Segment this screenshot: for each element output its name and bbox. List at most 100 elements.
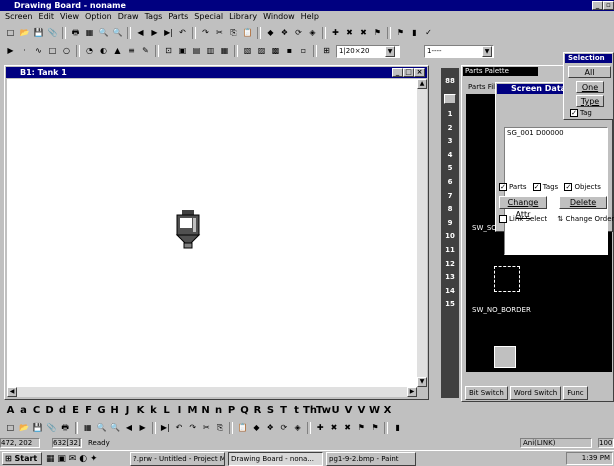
tb1-tool-icon-1[interactable]: 📂 (18, 27, 31, 39)
no-border-switch-part[interactable] (494, 266, 520, 292)
tb3-tool-icon-21[interactable]: ✖ (328, 422, 341, 434)
tb2-tool-icon-0[interactable]: ▶ (4, 45, 17, 57)
letter-part-14[interactable]: M (186, 404, 199, 418)
tb1-tool-icon-10[interactable]: ▶| (162, 27, 175, 39)
tb3-tool-icon-22[interactable]: ✖ (341, 422, 354, 434)
letter-part-3[interactable]: D (43, 404, 56, 418)
letter-part-12[interactable]: L (160, 404, 173, 418)
tb2-tool-icon-19[interactable]: ▫ (297, 45, 310, 57)
tb3-tool-icon-3[interactable]: 📎 (45, 422, 58, 434)
delete-button[interactable]: Delete (559, 196, 607, 209)
app-minimize-button[interactable]: _ (592, 1, 603, 10)
selection-tag-checkbox[interactable]: ✓Tag (570, 109, 592, 117)
tb1-tool-icon-12[interactable]: ↷ (199, 27, 212, 39)
tb2-tool-icon-5[interactable]: ◔ (83, 45, 96, 57)
tb2-tool-icon-6[interactable]: ◐ (97, 45, 110, 57)
canvas-maximize-button[interactable]: □ (403, 68, 414, 77)
tb1-tool-icon-25[interactable]: ▮ (408, 27, 421, 39)
letter-part-13[interactable]: I (173, 404, 186, 418)
tb2-tool-icon-20[interactable]: ⊞ (320, 45, 333, 57)
letter-part-22[interactable]: t (290, 404, 303, 418)
parts-scroll-up-icon[interactable] (444, 94, 456, 104)
tb1-tool-icon-26[interactable]: ✓ (422, 27, 435, 39)
scroll-up-icon[interactable]: ▲ (417, 79, 427, 89)
start-button[interactable]: ⊞ Start (2, 452, 42, 465)
tb2-tool-icon-17[interactable]: ▩ (269, 45, 282, 57)
tb1-tool-icon-13[interactable]: ✂ (213, 27, 226, 39)
tb3-tool-icon-8[interactable]: ◀ (123, 422, 136, 434)
tb1-tool-icon-16[interactable]: ◆ (264, 27, 277, 39)
tb3-tool-icon-11[interactable]: ↶ (173, 422, 186, 434)
canvas-minimize-button[interactable]: _ (392, 68, 403, 77)
letter-part-5[interactable]: E (69, 404, 82, 418)
tb1-tool-icon-9[interactable]: ▶ (148, 27, 161, 39)
tb2-tool-icon-1[interactable]: · (18, 45, 31, 57)
tb3-tool-icon-14[interactable]: ⎘ (214, 422, 227, 434)
task-project-manager[interactable]: ?.prw - Untitled - Project M... (130, 452, 225, 466)
tb3-tool-icon-20[interactable]: ✚ (314, 422, 327, 434)
canvas-close-button[interactable]: × (414, 68, 425, 77)
letter-part-26[interactable]: V (342, 404, 355, 418)
palette-tab-func[interactable]: Func (563, 386, 587, 400)
tb1-tool-icon-18[interactable]: ⟳ (292, 27, 305, 39)
change-attr-button[interactable]: Change Attr (499, 196, 547, 209)
square-switch-part[interactable] (494, 346, 516, 368)
tb1-tool-icon-14[interactable]: ⎘ (227, 27, 240, 39)
screen-data-list[interactable]: SG_001 D00000 (504, 127, 608, 255)
tb1-tool-icon-17[interactable]: ❖ (278, 27, 291, 39)
tb2-tool-icon-10[interactable]: ⊡ (162, 45, 175, 57)
select-one-button[interactable]: One (576, 81, 604, 93)
tb2-tool-icon-18[interactable]: ▪ (283, 45, 296, 57)
tb3-tool-icon-1[interactable]: 📂 (18, 422, 31, 434)
tb2-tool-icon-9[interactable]: ✎ (139, 45, 152, 57)
tb1-tool-icon-5[interactable]: ▦ (83, 27, 96, 39)
tb3-tool-icon-7[interactable]: 🔍 (109, 422, 122, 434)
letter-part-6[interactable]: F (82, 404, 95, 418)
tb1-tool-icon-20[interactable]: ✚ (329, 27, 342, 39)
tb3-tool-icon-23[interactable]: ⚑ (355, 422, 368, 434)
canvas-vertical-scrollbar[interactable]: ▲ ▼ (417, 79, 427, 387)
tb3-tool-icon-0[interactable]: □ (4, 422, 17, 434)
tool-icon[interactable]: ✦ (90, 454, 98, 464)
tb2-tool-icon-11[interactable]: ▣ (176, 45, 189, 57)
drawing-canvas[interactable] (7, 79, 417, 387)
ie-icon[interactable]: ◐ (79, 454, 87, 464)
letter-part-1[interactable]: a (17, 404, 30, 418)
tb3-tool-icon-24[interactable]: ⚑ (369, 422, 382, 434)
tb1-tool-icon-11[interactable]: ↶ (176, 27, 189, 39)
tb2-tool-icon-8[interactable]: ≡ (125, 45, 138, 57)
link-select-checkbox[interactable]: Link Select (499, 215, 547, 223)
tank-part-icon[interactable] (175, 209, 201, 249)
line-dropdown-icon[interactable]: ▼ (482, 46, 492, 57)
letter-part-17[interactable]: P (225, 404, 238, 418)
tb3-tool-icon-15[interactable]: 📋 (236, 422, 249, 434)
canvas-horizontal-scrollbar[interactable]: ◀ ▶ (7, 387, 417, 397)
tb1-tool-icon-8[interactable]: ◀ (134, 27, 147, 39)
menu-draw[interactable]: Draw (115, 11, 142, 22)
letter-part-28[interactable]: W (368, 404, 381, 418)
menu-screen[interactable]: Screen (2, 11, 36, 22)
select-type-button[interactable]: Type (576, 95, 604, 107)
tb2-tool-icon-16[interactable]: ▨ (255, 45, 268, 57)
scroll-right-icon[interactable]: ▶ (407, 387, 417, 397)
tb2-tool-icon-13[interactable]: ▥ (204, 45, 217, 57)
menu-help[interactable]: Help (298, 11, 322, 22)
letter-part-10[interactable]: K (134, 404, 147, 418)
letter-part-7[interactable]: G (95, 404, 108, 418)
tb2-tool-icon-4[interactable]: ○ (60, 45, 73, 57)
letter-part-21[interactable]: T (277, 404, 290, 418)
tb3-tool-icon-18[interactable]: ⟳ (278, 422, 291, 434)
menu-parts[interactable]: Parts (165, 11, 191, 22)
tb3-tool-icon-16[interactable]: ◆ (250, 422, 263, 434)
change-order-button[interactable]: ⇅ Change Order (557, 215, 614, 223)
letter-part-29[interactable]: X (381, 404, 394, 418)
letter-part-20[interactable]: S (264, 404, 277, 418)
select-all-button[interactable]: All (568, 66, 611, 78)
letter-part-19[interactable]: R (251, 404, 264, 418)
tb1-tool-icon-2[interactable]: 💾 (32, 27, 45, 39)
objects-checkbox[interactable]: ✓Objects (564, 183, 600, 191)
tags-checkbox[interactable]: ✓Tags (533, 183, 559, 191)
tb3-tool-icon-12[interactable]: ↷ (186, 422, 199, 434)
menu-option[interactable]: Option (82, 11, 115, 22)
menu-tags[interactable]: Tags (142, 11, 166, 22)
